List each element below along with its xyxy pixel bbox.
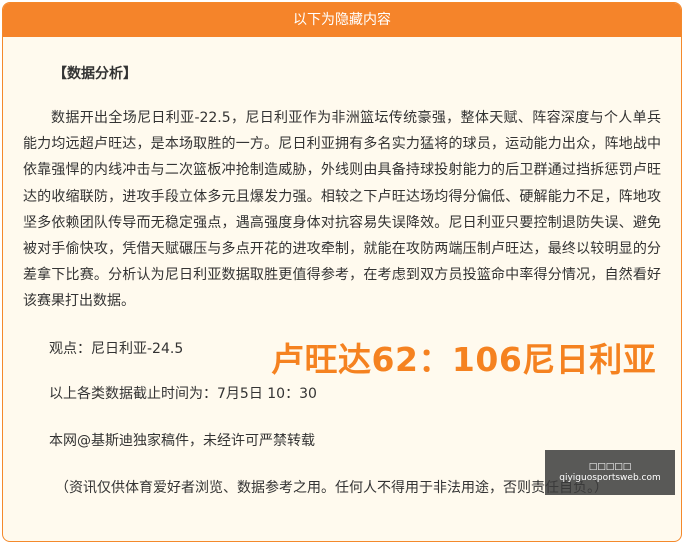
cutoff-time-text: 以上各类数据截止时间为：7月5日 10：30 [49, 386, 317, 402]
watermark-line1: □□□□□ [588, 462, 632, 472]
panel-header: 以下为隐藏内容 [3, 3, 681, 37]
copyright-text: 本网@基斯迪独家稿件，未经许可严禁转载 [49, 433, 315, 449]
site-watermark: □□□□□ qiyiguosportsweb.com [545, 450, 675, 495]
disclaimer-text: （资讯仅供体育爱好者浏览、数据参考之用。任何人不得用于非法用途，否则责任自负。） [55, 480, 608, 496]
analysis-paragraph: 数据开出全场尼日利亚-22.5，尼日利亚作为非洲篮坛传统豪强，整体天赋、阵容深度… [23, 110, 661, 310]
viewpoint-text: 观点：尼日利亚-24.5 [49, 341, 184, 357]
final-score: 卢旺达62：106尼日利亚 [271, 340, 657, 379]
watermark-url: qiyiguosportsweb.com [559, 473, 661, 483]
article-heading: 【数据分析】 [53, 66, 137, 82]
